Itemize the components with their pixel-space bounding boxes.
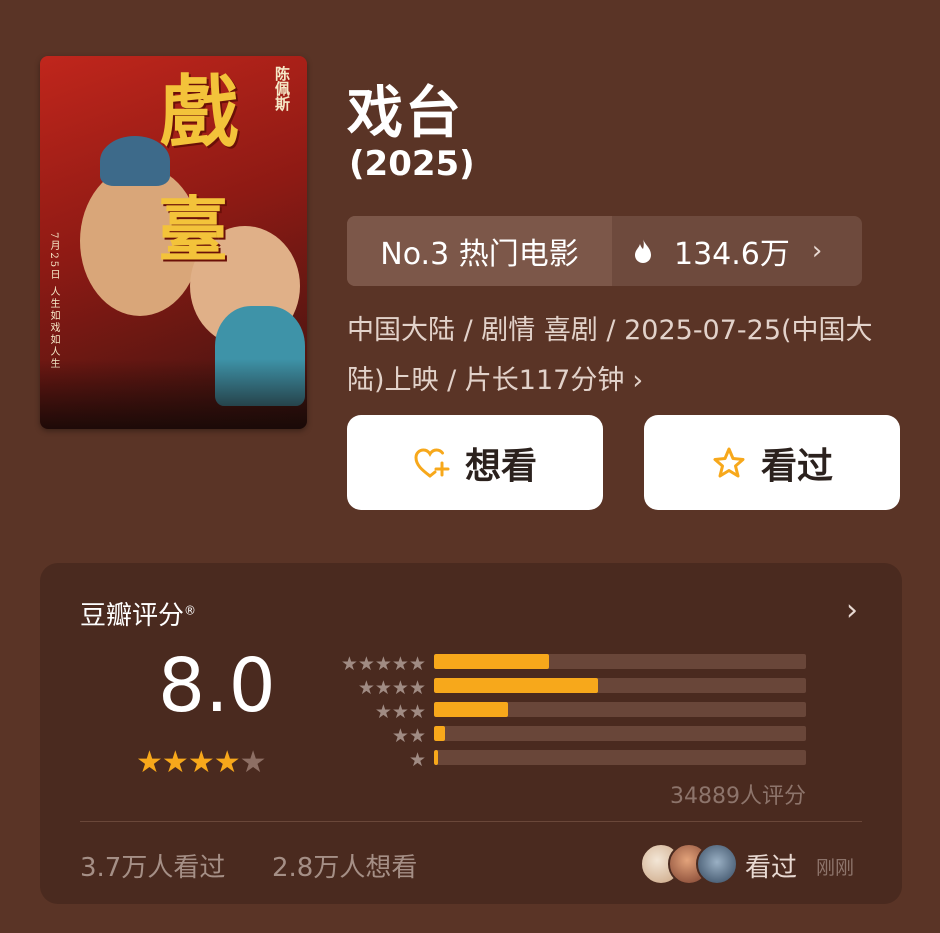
- friend-avatars[interactable]: [640, 843, 738, 885]
- have-watched-button[interactable]: 看过: [644, 415, 900, 510]
- wished-count[interactable]: 2.8万人想看: [272, 847, 417, 884]
- distribution-stars: ★★★★★: [340, 653, 426, 675]
- rank-label: No.3 热门电影: [347, 216, 612, 286]
- rating-count: 34889人评分: [670, 784, 806, 809]
- star-filled-icon: ★: [136, 745, 163, 780]
- heat-value: 134.6万: [674, 237, 790, 272]
- avatar: [696, 843, 738, 885]
- distribution-track: [434, 702, 806, 717]
- star-filled-icon: ★: [213, 745, 241, 780]
- recent-seen-time: 刚刚: [816, 857, 855, 879]
- distribution-stars: ★★★★: [357, 677, 426, 699]
- want-label: 想看: [464, 445, 537, 487]
- heart-plus-icon: [414, 447, 450, 477]
- flame-icon: [635, 239, 651, 263]
- distribution-track: [434, 678, 806, 693]
- star-empty-icon: ★: [239, 745, 267, 780]
- chevron-right-icon[interactable]: ›: [846, 593, 858, 628]
- star-filled-icon: ★: [187, 745, 215, 780]
- distribution-track: [434, 726, 806, 741]
- distribution-track: [434, 750, 806, 765]
- distribution-stars: ★: [408, 749, 426, 771]
- distribution-bar: [434, 678, 598, 693]
- trademark: ®: [184, 603, 197, 618]
- meta-text: 中国大陆 / 剧情 喜剧 / 2025-07-25(中国大陆)上映 / 片长11…: [347, 315, 873, 396]
- heat-section: 134.6万 ›: [612, 216, 862, 286]
- distribution-bar: [434, 750, 438, 765]
- star-outline-icon: [713, 447, 745, 477]
- rank-chip[interactable]: No.3 热门电影 134.6万 ›: [347, 216, 862, 286]
- poster-tagline: 7月25日 人生如戏如人生: [48, 232, 59, 371]
- distribution-stars: ★★: [391, 725, 426, 747]
- rating-score: 8.0: [158, 643, 276, 729]
- poster-director: 陈佩斯: [273, 66, 291, 111]
- rating-panel[interactable]: 豆瓣评分® › 8.0 ★★★★★ ★★★★★ ★★★★ ★★★ ★★ ★ 34889人…: [40, 563, 902, 904]
- distribution-bar: [434, 702, 509, 717]
- distribution-bar: [434, 654, 550, 669]
- poster-bottom-band: [40, 359, 307, 429]
- chevron-right-icon: ›: [632, 365, 644, 396]
- want-to-watch-button[interactable]: 想看: [347, 415, 603, 510]
- poster-title-char: 臺: [158, 188, 228, 271]
- movie-poster[interactable]: 戲 臺 陈佩斯 7月25日 人生如戏如人生: [40, 56, 307, 429]
- recent-seen-label: 看过: [745, 853, 798, 883]
- rating-stars: ★★★★★: [136, 745, 267, 780]
- divider: [80, 821, 862, 822]
- movie-title: 戏台: [347, 81, 463, 146]
- chevron-right-icon: ›: [811, 236, 823, 266]
- distribution-bar: [434, 726, 446, 741]
- movie-year: (2025): [349, 144, 475, 184]
- poster-title-char: 戲: [160, 67, 239, 158]
- distribution-stars: ★★★: [374, 701, 426, 723]
- distribution-track: [434, 654, 806, 669]
- watched-count[interactable]: 3.7万人看过: [80, 847, 225, 884]
- movie-meta[interactable]: 中国大陆 / 剧情 喜剧 / 2025-07-25(中国大陆)上映 / 片长11…: [347, 306, 897, 406]
- star-filled-icon: ★: [161, 745, 189, 780]
- rating-title: 豆瓣评分®: [80, 601, 197, 631]
- seen-label: 看过: [760, 445, 833, 487]
